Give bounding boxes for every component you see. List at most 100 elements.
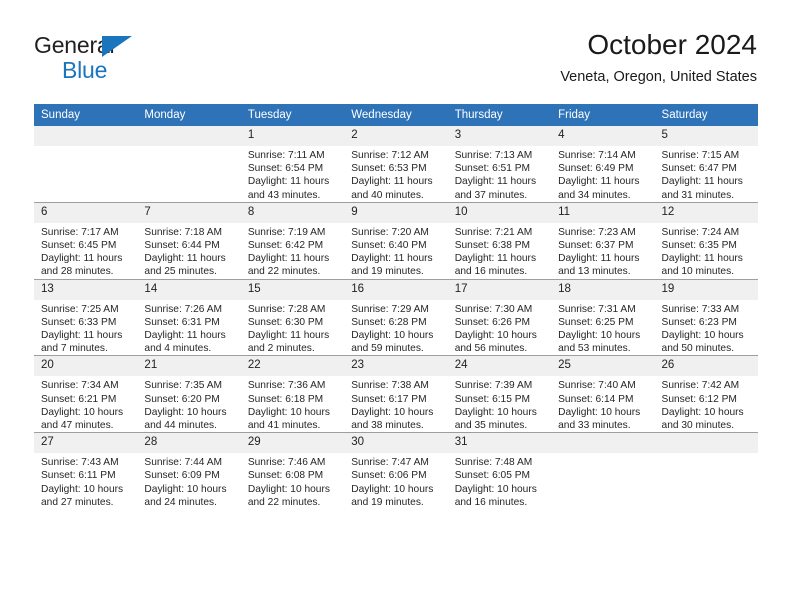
day-number: 28 <box>137 433 241 454</box>
sunset-text: Sunset: 6:51 PM <box>454 163 531 175</box>
sunrise-text: Sunrise: 7:34 AM <box>41 380 119 392</box>
calendar-day-cell[interactable]: 17 Sunrise: 7:30 AM Sunset: 6:26 PM Dayligh… <box>447 278 552 356</box>
day-number: 21 <box>137 356 241 377</box>
calendar-day-cell[interactable]: 29 Sunrise: 7:46 AM Sunset: 6:08 PM Dayligh… <box>240 432 345 510</box>
sunrise-text: Sunrise: 7:47 AM <box>351 457 429 469</box>
calendar-day-cell[interactable]: 20 Sunrise: 7:34 AM Sunset: 6:21 PM Dayligh… <box>34 355 138 433</box>
sunrise-text: Sunrise: 7:12 AM <box>351 150 429 161</box>
calendar-day-cell[interactable]: 11 Sunrise: 7:23 AM Sunset: 6:37 PM Dayligh… <box>551 201 655 280</box>
daylight-text: Daylight: 11 hours and 25 minutes. <box>144 253 226 278</box>
weekday-header-saturday: Saturday <box>654 104 758 126</box>
sunrise-text: Sunrise: 7:28 AM <box>247 303 326 315</box>
calendar-day-cell[interactable]: 22 Sunrise: 7:36 AM Sunset: 6:18 PM Dayligh… <box>240 355 345 433</box>
day-number: 27 <box>34 433 138 454</box>
calendar-day-cell[interactable]: 8 Sunrise: 7:19 AM Sunset: 6:42 PM Daylight… <box>240 201 345 280</box>
sunset-text: Sunset: 6:25 PM <box>558 316 634 328</box>
calendar-day-cell[interactable]: 16 Sunrise: 7:29 AM Sunset: 6:28 PM Dayligh… <box>344 278 448 356</box>
calendar-day-cell[interactable]: 15 Sunrise: 7:28 AM Sunset: 6:30 PM Dayligh… <box>240 278 345 356</box>
calendar-week-row: 6 Sunrise: 7:17 AM Sunset: 6:45 PM Daylight… <box>34 201 758 280</box>
sunset-text: Sunset: 6:14 PM <box>558 393 634 405</box>
calendar-day-cell[interactable]: 3 Sunrise: 7:13 AM Sunset: 6:51 PM Daylight… <box>447 126 552 203</box>
day-number <box>137 126 241 146</box>
sunset-text: Sunset: 6:31 PM <box>144 316 220 328</box>
calendar-day-cell[interactable]: 7 Sunrise: 7:18 AM Sunset: 6:44 PM Daylight… <box>137 201 241 280</box>
sunrise-text: Sunrise: 7:38 AM <box>351 380 429 392</box>
day-details: Sunrise: 7:44 AM Sunset: 6:09 PM Daylight:… <box>137 453 240 509</box>
day-details: Sunrise: 7:47 AM Sunset: 6:06 PM Daylight:… <box>344 453 447 509</box>
sunset-text: Sunset: 6:09 PM <box>144 470 220 482</box>
day-number: 18 <box>551 279 655 300</box>
calendar-day-cell[interactable]: 25 Sunrise: 7:40 AM Sunset: 6:14 PM Dayligh… <box>551 355 655 433</box>
sunrise-text: Sunrise: 7:15 AM <box>661 150 740 161</box>
calendar-day-cell[interactable]: 18 Sunrise: 7:31 AM Sunset: 6:25 PM Dayligh… <box>551 278 655 356</box>
calendar-day-cell[interactable]: 14 Sunrise: 7:26 AM Sunset: 6:31 PM Dayligh… <box>137 278 241 356</box>
day-details: Sunrise: 7:13 AM Sunset: 6:51 PM Daylight:… <box>448 146 551 202</box>
calendar-day-cell[interactable]: 9 Sunrise: 7:20 AM Sunset: 6:40 PM Daylight… <box>344 201 448 280</box>
calendar-table: Sunday Monday Tuesday Wednesday Thursday… <box>34 104 758 510</box>
calendar-day-cell[interactable]: 19 Sunrise: 7:33 AM Sunset: 6:23 PM Dayligh… <box>654 278 758 356</box>
weekday-header-tuesday: Tuesday <box>240 104 345 126</box>
day-number: 26 <box>654 356 758 377</box>
daylight-text: Daylight: 11 hours and 7 minutes. <box>41 330 123 355</box>
daylight-text: Daylight: 10 hours and 27 minutes. <box>41 483 124 508</box>
daylight-text: Daylight: 11 hours and 43 minutes. <box>247 176 330 201</box>
calendar-week-row: 1 Sunrise: 7:11 AM Sunset: 6:54 PM Daylight… <box>34 126 758 203</box>
sunset-text: Sunset: 6:37 PM <box>558 240 634 252</box>
sunset-text: Sunset: 6:38 PM <box>454 240 531 252</box>
sunrise-text: Sunrise: 7:13 AM <box>454 150 533 161</box>
sunrise-text: Sunrise: 7:46 AM <box>247 457 326 469</box>
day-details: Sunrise: 7:46 AM Sunset: 6:08 PM Daylight:… <box>241 453 344 509</box>
calendar-day-cell[interactable]: 13 Sunrise: 7:25 AM Sunset: 6:33 PM Dayligh… <box>34 278 138 356</box>
sunrise-text: Sunrise: 7:26 AM <box>144 303 223 315</box>
calendar-day-cell[interactable]: 28 Sunrise: 7:44 AM Sunset: 6:09 PM Dayligh… <box>137 432 241 510</box>
calendar-day-cell[interactable]: 10 Sunrise: 7:21 AM Sunset: 6:38 PM Dayligh… <box>447 201 552 280</box>
calendar-week-row: 20 Sunrise: 7:34 AM Sunset: 6:21 PM Dayligh… <box>34 355 758 433</box>
title-block: October 2024 Veneta, Oregon, United Stat… <box>560 28 757 86</box>
calendar-day-cell[interactable]: 4 Sunrise: 7:14 AM Sunset: 6:49 PM Daylight… <box>551 126 655 203</box>
calendar-day-cell[interactable]: 31 Sunrise: 7:48 AM Sunset: 6:05 PM Dayligh… <box>447 432 552 510</box>
calendar-day-cell[interactable]: 21 Sunrise: 7:35 AM Sunset: 6:20 PM Dayligh… <box>137 355 241 433</box>
day-details: Sunrise: 7:31 AM Sunset: 6:25 PM Daylight:… <box>551 300 654 356</box>
calendar-day-cell[interactable]: 2 Sunrise: 7:12 AM Sunset: 6:53 PM Daylight… <box>344 126 448 203</box>
sunset-text: Sunset: 6:05 PM <box>454 470 531 482</box>
calendar-day-cell[interactable]: 23 Sunrise: 7:38 AM Sunset: 6:17 PM Dayligh… <box>344 355 448 433</box>
day-number <box>551 433 655 454</box>
calendar-day-cell-empty <box>34 126 138 203</box>
sunrise-text: Sunrise: 7:24 AM <box>661 226 740 238</box>
day-details: Sunrise: 7:48 AM Sunset: 6:05 PM Daylight:… <box>448 453 551 509</box>
day-details: Sunrise: 7:42 AM Sunset: 6:12 PM Daylight:… <box>655 376 758 432</box>
day-number: 8 <box>240 202 345 223</box>
calendar-day-cell[interactable]: 12 Sunrise: 7:24 AM Sunset: 6:35 PM Dayligh… <box>654 201 758 280</box>
sunset-text: Sunset: 6:23 PM <box>661 316 737 328</box>
calendar-day-cell[interactable]: 26 Sunrise: 7:42 AM Sunset: 6:12 PM Dayligh… <box>654 355 758 433</box>
day-number: 15 <box>240 279 345 300</box>
page-title: October 2024 <box>587 29 757 60</box>
calendar-day-cell-empty <box>551 432 655 510</box>
calendar-day-cell[interactable]: 5 Sunrise: 7:15 AM Sunset: 6:47 PM Daylight… <box>654 126 758 203</box>
calendar-body: 1 Sunrise: 7:11 AM Sunset: 6:54 PM Daylight… <box>34 126 758 510</box>
calendar-day-cell[interactable]: 24 Sunrise: 7:39 AM Sunset: 6:15 PM Dayligh… <box>447 355 552 433</box>
day-number: 31 <box>447 433 552 454</box>
calendar-day-cell-empty <box>654 432 758 510</box>
sunset-text: Sunset: 6:49 PM <box>558 163 634 175</box>
day-number: 6 <box>34 202 138 223</box>
sunrise-text: Sunrise: 7:48 AM <box>454 457 533 469</box>
day-number: 4 <box>551 126 655 146</box>
calendar-day-cell[interactable]: 1 Sunrise: 7:11 AM Sunset: 6:54 PM Daylight… <box>240 126 345 203</box>
calendar-week-row: 27 Sunrise: 7:43 AM Sunset: 6:11 PM Dayligh… <box>34 432 758 510</box>
day-number: 10 <box>447 202 552 223</box>
sunset-text: Sunset: 6:20 PM <box>144 393 220 405</box>
day-number: 7 <box>137 202 241 223</box>
weekday-header-thursday: Thursday <box>447 104 552 126</box>
sunrise-text: Sunrise: 7:14 AM <box>558 150 636 161</box>
day-details: Sunrise: 7:28 AM Sunset: 6:30 PM Daylight:… <box>241 300 344 356</box>
calendar-day-cell[interactable]: 27 Sunrise: 7:43 AM Sunset: 6:11 PM Dayligh… <box>34 432 138 510</box>
daylight-text: Daylight: 10 hours and 56 minutes. <box>454 330 537 355</box>
calendar-day-cell[interactable]: 6 Sunrise: 7:17 AM Sunset: 6:45 PM Daylight… <box>34 201 138 280</box>
logo-triangle-icon <box>102 36 132 57</box>
daylight-text: Daylight: 10 hours and 44 minutes. <box>144 406 227 432</box>
day-number: 9 <box>344 202 448 223</box>
daylight-text: Daylight: 10 hours and 59 minutes. <box>351 330 434 355</box>
calendar-day-cell[interactable]: 30 Sunrise: 7:47 AM Sunset: 6:06 PM Dayligh… <box>344 432 448 510</box>
daylight-text: Daylight: 11 hours and 37 minutes. <box>454 176 537 201</box>
